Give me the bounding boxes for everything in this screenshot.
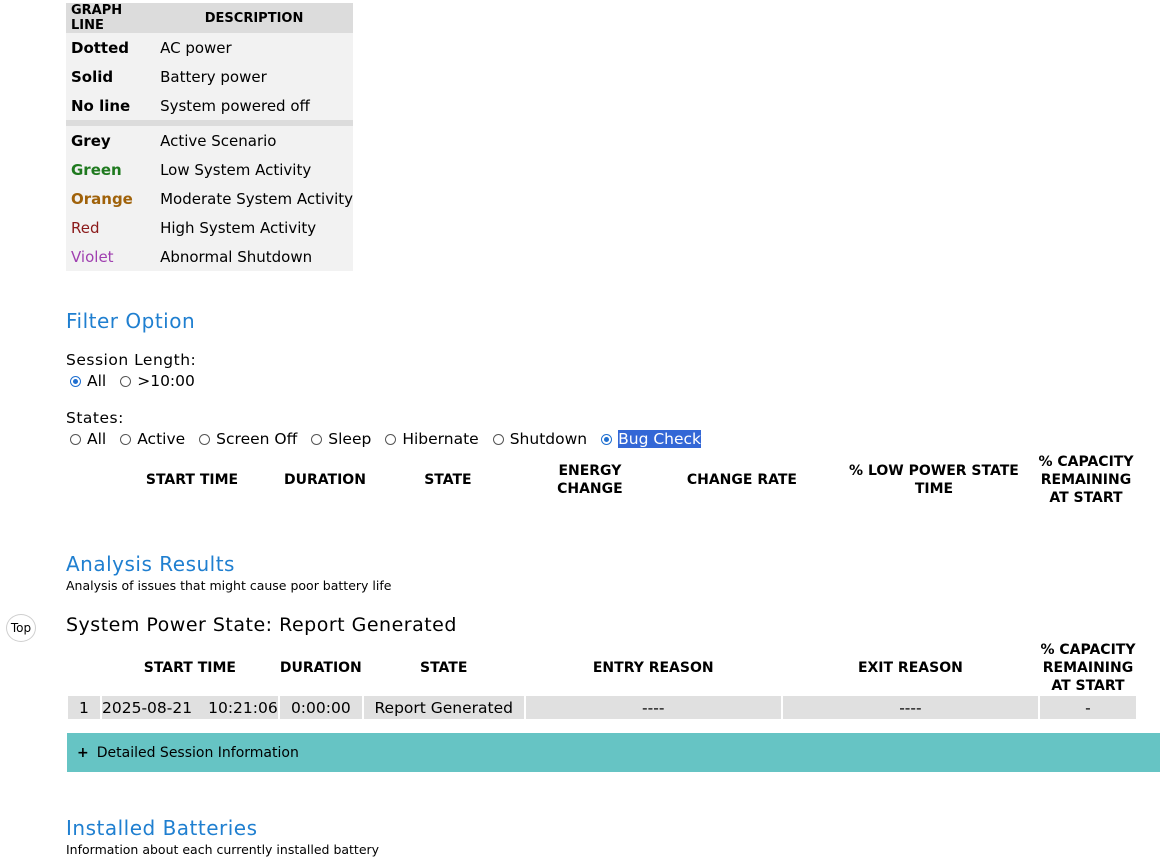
system-power-table: START TIME DURATION STATE ENTRY REASON E…	[66, 640, 1138, 719]
expand-plus-icon[interactable]: +	[77, 745, 89, 761]
analysis-results-subtitle: Analysis of issues that might cause poor…	[66, 578, 392, 593]
filter-option-title: Filter Option	[66, 309, 196, 333]
radio-label[interactable]: All	[87, 372, 106, 390]
usage-table: START TIME DURATION STATE ENERGY CHANGE …	[66, 452, 1138, 508]
installed-batteries-title: Installed Batteries	[66, 816, 258, 840]
radio-circle[interactable]	[492, 433, 504, 445]
legend-desc: Battery power	[160, 67, 267, 86]
col-change-rate: CHANGE RATE	[686, 472, 797, 488]
legend-key: No line	[71, 96, 131, 115]
row-start-clock: 10:21:06	[208, 698, 278, 717]
col-capacity-remaining: % CAPACITY REMAINING AT START	[1038, 454, 1134, 506]
legend-desc: Low System Activity	[160, 160, 312, 179]
row-state: Report Generated	[363, 696, 524, 719]
row-entry-reason: ----	[525, 696, 781, 719]
table-row: 1 2025-08-21 10:21:06 0:00:00 Report Gene…	[68, 696, 1136, 719]
legend-header-description: DESCRIPTION	[155, 3, 353, 33]
radio-circle[interactable]	[601, 433, 613, 445]
radio-label[interactable]: Screen Off	[216, 430, 297, 448]
legend-key-green: Green	[71, 160, 122, 179]
radio-circle[interactable]	[120, 433, 132, 445]
col-duration: DURATION	[279, 660, 362, 676]
legend-desc: Abnormal Shutdown	[160, 247, 313, 266]
row-start-date: 2025-08-21	[102, 698, 193, 717]
radio-session-over-10[interactable]: >10:00	[120, 372, 195, 390]
radio-state-active[interactable]: Active	[120, 430, 185, 448]
radio-label[interactable]: Active	[137, 430, 185, 448]
col-capacity-remaining: % CAPACITY REMAINING AT START	[1040, 642, 1136, 694]
radio-circle[interactable]	[70, 433, 81, 445]
radio-label[interactable]: Bug Check	[618, 430, 702, 448]
radio-state-sleep[interactable]: Sleep	[311, 430, 371, 448]
legend-desc: System powered off	[160, 96, 310, 115]
installed-batteries-subtitle: Information about each currently install…	[66, 842, 380, 857]
radio-state-bug-check[interactable]: Bug Check	[601, 430, 702, 448]
session-length-options: All >10:00	[70, 372, 209, 390]
states-label: States:	[66, 409, 124, 427]
col-start-time: START TIME	[145, 472, 239, 488]
radio-label[interactable]: Hibernate	[402, 430, 478, 448]
legend-key: Dotted	[71, 38, 130, 57]
legend-key-violet: Violet	[71, 247, 114, 266]
radio-circle[interactable]	[120, 375, 132, 387]
system-power-state-title: System Power State: Report Generated	[66, 614, 457, 636]
row-start-time: 2025-08-21 10:21:06	[101, 696, 278, 719]
legend-header-graph-line: GRAPH LINE	[66, 3, 156, 33]
top-button[interactable]: Top	[6, 614, 36, 642]
col-exit-reason: EXIT REASON	[857, 660, 963, 676]
legend-desc: High System Activity	[160, 218, 317, 237]
radio-state-all[interactable]: All	[70, 430, 106, 448]
analysis-results-title: Analysis Results	[66, 552, 235, 576]
radio-label[interactable]: All	[87, 430, 106, 448]
row-exit-reason: ----	[782, 696, 1038, 719]
detailed-session-information-label[interactable]: Detailed Session Information	[97, 745, 299, 761]
col-entry-reason: ENTRY REASON	[592, 660, 714, 676]
row-duration: 0:00:00	[279, 696, 362, 719]
detailed-session-information-toggle[interactable]: + Detailed Session Information	[67, 733, 1160, 772]
radio-circle[interactable]	[199, 433, 211, 445]
states-options: All Active Screen Off Sleep Hibernate Sh…	[70, 430, 715, 448]
legend-key-orange: Orange	[71, 189, 133, 208]
legend-table: GRAPH LINE DESCRIPTION Dotted AC power S…	[66, 3, 353, 271]
legend-desc: AC power	[160, 38, 232, 57]
radio-label[interactable]: Shutdown	[510, 430, 587, 448]
legend-key-red: Red	[71, 218, 100, 237]
legend-key-grey: Grey	[71, 131, 111, 150]
radio-state-shutdown[interactable]: Shutdown	[492, 430, 587, 448]
radio-label[interactable]: >10:00	[137, 372, 195, 390]
col-low-power-state-time: % LOW POWER STATE TIME	[849, 463, 1019, 497]
col-state: STATE	[424, 472, 472, 488]
radio-circle[interactable]	[385, 433, 397, 445]
col-start-time: START TIME	[143, 660, 236, 676]
session-length-label: Session Length:	[66, 351, 197, 369]
col-state: STATE	[420, 660, 468, 676]
radio-state-hibernate[interactable]: Hibernate	[385, 430, 479, 448]
col-duration: DURATION	[284, 472, 366, 488]
legend-key: Solid	[71, 67, 114, 86]
row-index: 1	[68, 696, 100, 719]
radio-state-screen-off[interactable]: Screen Off	[199, 430, 297, 448]
row-capacity-remaining: -	[1039, 696, 1136, 719]
legend-desc: Active Scenario	[160, 131, 277, 150]
legend-desc: Moderate System Activity	[160, 189, 353, 208]
radio-circle[interactable]	[70, 375, 81, 387]
col-energy-change: ENERGY CHANGE	[557, 463, 623, 497]
radio-session-all[interactable]: All	[70, 372, 106, 390]
radio-label[interactable]: Sleep	[328, 430, 371, 448]
radio-circle[interactable]	[311, 433, 323, 445]
